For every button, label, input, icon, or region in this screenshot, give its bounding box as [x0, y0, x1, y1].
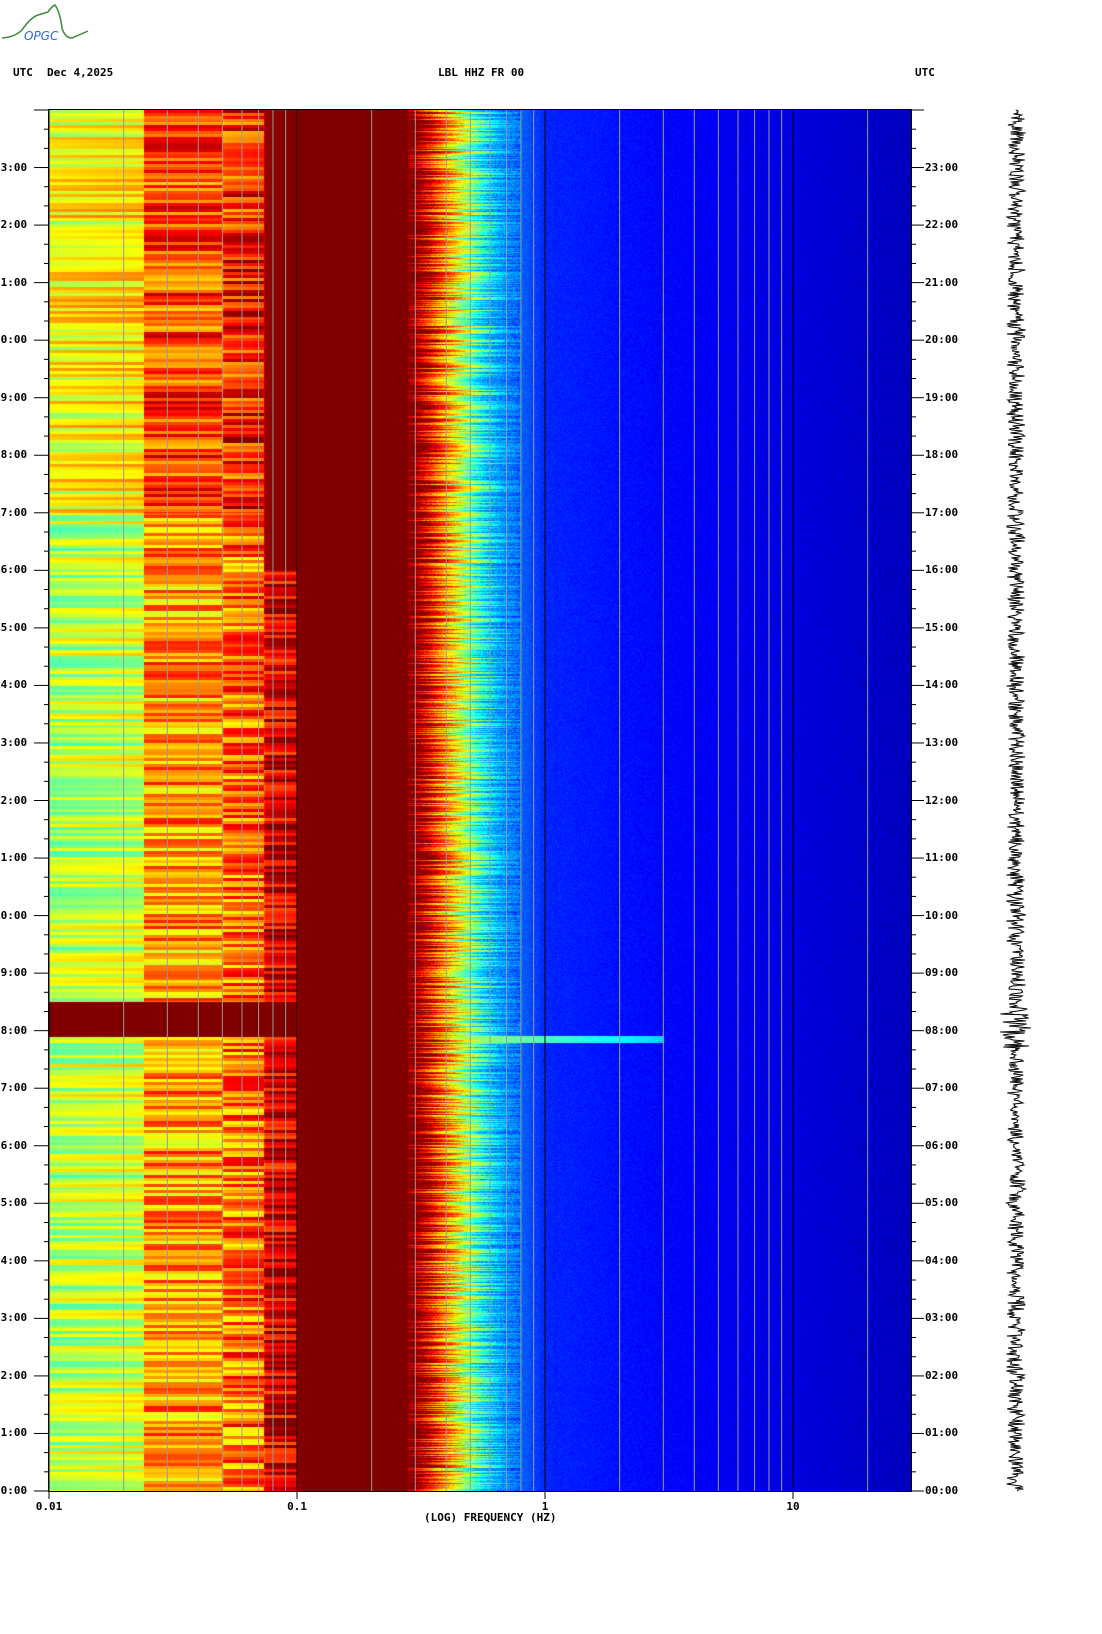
- left-time-label: 19:00: [0, 390, 28, 404]
- right-time-label: 01:00: [925, 1426, 959, 1440]
- x-axis-label: (LOG) FREQUENCY (HZ): [424, 1511, 557, 1524]
- right-time-label: 17:00: [925, 505, 959, 519]
- left-time-label: 17:00: [0, 505, 28, 519]
- right-time-label: 02:00: [925, 1368, 959, 1382]
- right-time-label: 12:00: [925, 793, 959, 807]
- right-time-label: 11:00: [925, 851, 959, 865]
- left-time-label: 06:00: [0, 1138, 28, 1152]
- left-time-label: 13:00: [0, 735, 28, 749]
- right-time-label: 22:00: [925, 218, 959, 232]
- right-time-label: 14:00: [925, 678, 959, 692]
- right-time-label: 06:00: [925, 1138, 959, 1152]
- right-time-label: 20:00: [925, 333, 959, 347]
- left-time-label: 05:00: [0, 1196, 28, 1210]
- right-time-label: 07:00: [925, 1081, 959, 1095]
- left-time-label: 08:00: [0, 1023, 28, 1037]
- right-time-label: 09:00: [925, 966, 959, 980]
- right-time-label: 16:00: [925, 563, 959, 577]
- left-time-label: 11:00: [0, 851, 28, 865]
- right-time-label: 00:00: [925, 1484, 959, 1497]
- seismogram-trace: [1000, 109, 1031, 1492]
- right-time-label: 19:00: [925, 390, 959, 404]
- left-time-label: 04:00: [0, 1253, 28, 1267]
- left-time-label: 14:00: [0, 678, 28, 692]
- x-tick-label: 10: [786, 1500, 800, 1513]
- right-time-label: 05:00: [925, 1196, 959, 1210]
- right-time-label: 08:00: [925, 1023, 959, 1037]
- right-time-label: 13:00: [925, 735, 959, 749]
- right-time-label: 10:00: [925, 908, 959, 922]
- left-time-label: 02:00: [0, 1368, 28, 1382]
- left-time-label: 01:00: [0, 1426, 28, 1440]
- right-time-label: 21:00: [925, 275, 959, 289]
- chart-axes: [34, 109, 1031, 1499]
- left-time-label: 21:00: [0, 275, 28, 289]
- left-time-label: 00:00: [0, 1484, 28, 1497]
- right-time-label: 03:00: [925, 1311, 959, 1325]
- left-time-label: 16:00: [0, 563, 28, 577]
- left-time-label: 09:00: [0, 966, 28, 980]
- left-time-label: 12:00: [0, 793, 28, 807]
- right-time-label: 04:00: [925, 1253, 959, 1267]
- left-time-label: 03:00: [0, 1311, 28, 1325]
- left-time-label: 07:00: [0, 1081, 28, 1095]
- left-time-label: 18:00: [0, 448, 28, 462]
- left-time-label: 23:00: [0, 160, 28, 174]
- right-time-label: 18:00: [925, 448, 959, 462]
- left-time-label: 20:00: [0, 333, 28, 347]
- right-time-label: 23:00: [925, 160, 959, 174]
- right-time-label: 15:00: [925, 620, 959, 634]
- x-tick-label: 0.1: [287, 1500, 307, 1513]
- left-time-label: 10:00: [0, 908, 28, 922]
- left-time-label: 22:00: [0, 218, 28, 232]
- x-tick-label: 0.01: [35, 1500, 63, 1513]
- left-time-label: 15:00: [0, 620, 28, 634]
